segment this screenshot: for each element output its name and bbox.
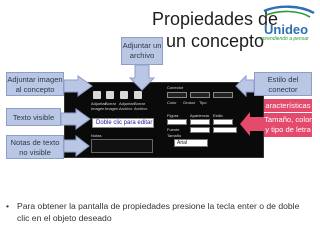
arrow-tamano-color (240, 112, 264, 136)
arrow-texto-visible (60, 108, 91, 130)
bullet-text: Para obtener la pantalla de propiedades … (17, 201, 300, 223)
arrow-estilo-conector (235, 74, 255, 98)
bullet-point: • Para obtener la pantalla de propiedade… (6, 200, 312, 224)
arrow-adjuntar-archivo (128, 64, 156, 91)
arrow-adjuntar-imagen (63, 75, 93, 97)
bullet-dot: • (6, 201, 10, 211)
arrow-notas (63, 134, 90, 158)
slide: Propiedades de un concepto Unideo aprend… (0, 0, 320, 240)
